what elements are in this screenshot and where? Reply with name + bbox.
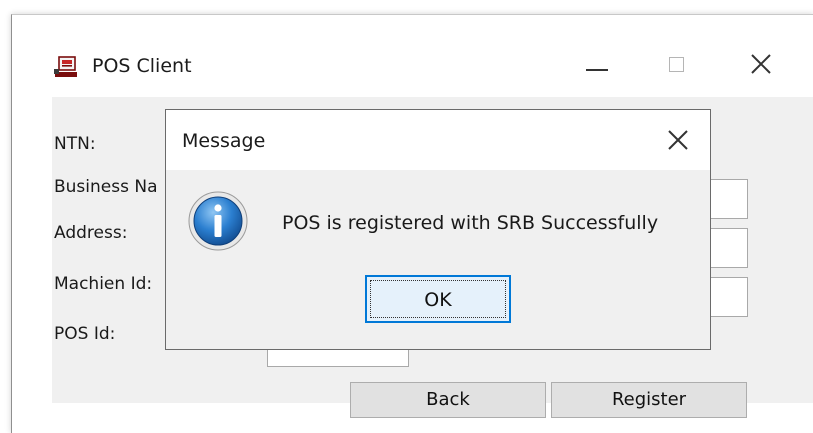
info-icon [188,191,248,251]
maximize-button[interactable] [652,45,702,85]
window-title: POS Client [92,55,192,77]
machine-id-field[interactable] [708,277,748,317]
minimize-button[interactable] [572,45,622,85]
ok-button[interactable]: OK [365,275,511,323]
business-name-field[interactable] [708,179,748,219]
close-icon [668,130,688,150]
machine-id-label: Machien Id: [54,274,153,294]
close-icon [751,54,771,74]
dialog-close-button[interactable] [658,120,698,160]
dialog-message: POS is registered with SRB Successfully [282,212,659,234]
message-dialog: Message POS is registered with SRB Succe… [165,109,711,350]
dialog-titlebar[interactable]: Message [166,110,710,170]
back-button[interactable]: Back [350,382,546,418]
dialog-title: Message [182,130,266,152]
window-close-button[interactable] [737,45,787,85]
address-field[interactable] [708,228,748,268]
pos-id-label: POS Id: [54,324,116,344]
ok-button-label: OK [370,280,506,318]
ntn-label: NTN: [54,134,96,154]
register-button[interactable]: Register [551,382,747,418]
address-label: Address: [54,223,128,243]
window-titlebar[interactable]: POS Client [12,15,813,95]
pos-terminal-icon [54,56,77,77]
business-name-label: Business Na [54,177,158,197]
